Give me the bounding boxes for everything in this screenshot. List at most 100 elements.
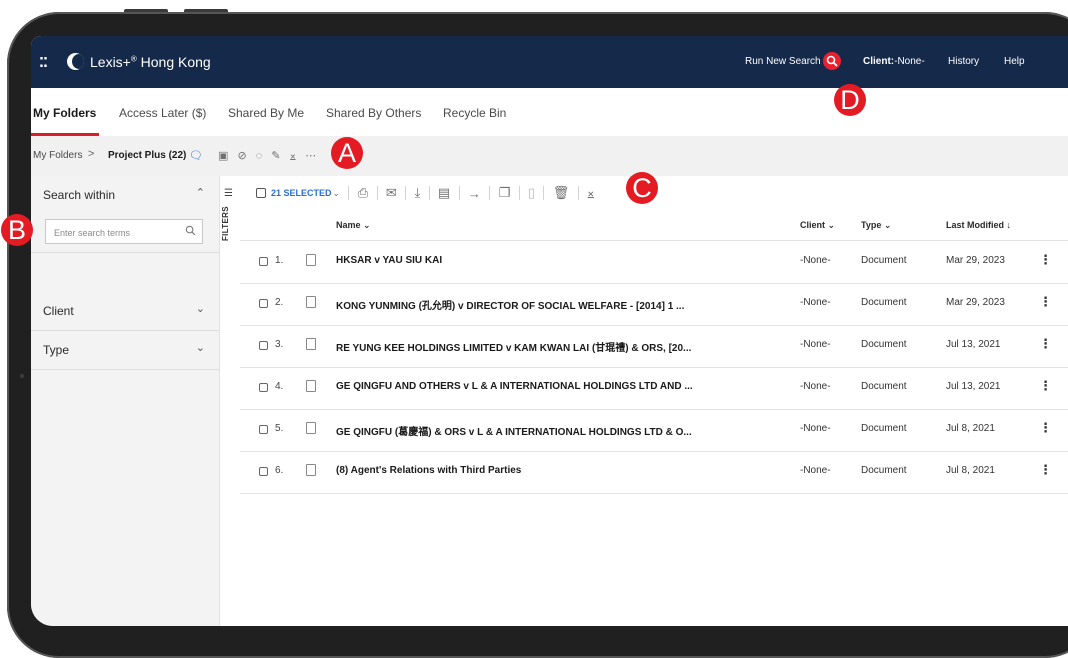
chevron-down-icon[interactable]: ⌄: [333, 188, 341, 199]
row-type: Document: [861, 381, 907, 392]
new-folder-icon[interactable]: ▣: [218, 149, 228, 162]
chevron-up-icon[interactable]: ⌃: [196, 186, 205, 199]
trash-icon[interactable]: 🗑︎: [553, 185, 570, 201]
row-type: Document: [861, 297, 907, 308]
row-more-icon[interactable]: ⋮: [1039, 378, 1052, 394]
document-icon[interactable]: ▯: [528, 185, 535, 201]
column-last-modified-header[interactable]: Last Modified ↓: [946, 220, 1011, 230]
column-type-header[interactable]: Type ⌄: [861, 220, 891, 231]
row-more-icon[interactable]: ⋮: [1039, 252, 1052, 268]
tab-shared-by-others[interactable]: Shared By Others: [326, 106, 421, 120]
document-icon: [306, 380, 316, 392]
row-type: Document: [861, 339, 907, 350]
attach-icon[interactable]: ⊘: [238, 149, 247, 162]
results-table-header: Name ⌄ Client ⌄ Type ⌄ Last Modified ↓: [240, 210, 1068, 241]
search-icon[interactable]: [185, 225, 196, 236]
type-filter-label: Type: [43, 343, 70, 357]
row-client: -None-: [800, 255, 831, 266]
row-type: Document: [861, 255, 907, 266]
row-checkbox[interactable]: [259, 383, 268, 392]
table-row: 4. GE QINGFU AND OTHERS v L & A INTERNAT…: [240, 367, 1068, 410]
callout-a: A: [331, 137, 363, 169]
row-more-icon[interactable]: ⋮: [1039, 294, 1052, 310]
type-filter-section[interactable]: Type ⌄: [31, 331, 219, 370]
client-selector[interactable]: Client:-None-: [863, 56, 925, 67]
help-link[interactable]: Help: [1004, 56, 1025, 67]
filters-toggle[interactable]: ☰ FILTERS: [221, 186, 237, 256]
row-client: -None-: [800, 423, 831, 434]
client-filter-section[interactable]: Client ⌄: [31, 292, 219, 331]
device-sensor: [20, 374, 24, 378]
table-row: 2. KONG YUNMING (孔允明) v DIRECTOR OF SOCI…: [240, 283, 1068, 326]
share-icon[interactable]: ⨱: [290, 150, 296, 163]
row-checkbox[interactable]: [259, 257, 268, 266]
toolbar-divider: [376, 186, 378, 200]
copy-icon[interactable]: ❐: [499, 185, 511, 201]
results-list: 21 SELECTED⌄ ⎙ ✉ ⤓ ▤ → ❐ ▯ 🗑︎ ⨱ Name ⌄ C…: [240, 176, 1068, 626]
document-title-link[interactable]: GE QINGFU AND OTHERS v L & A INTERNATION…: [336, 381, 693, 392]
move-icon[interactable]: →: [468, 186, 481, 201]
row-last-modified: Jul 13, 2021: [946, 381, 1001, 392]
row-number: 2.: [275, 297, 284, 308]
row-more-icon[interactable]: ⋮: [1039, 462, 1052, 478]
history-link[interactable]: History: [948, 56, 979, 67]
callout-c: C: [626, 172, 658, 204]
tab-recycle-bin[interactable]: Recycle Bin: [443, 106, 506, 120]
chevron-down-icon[interactable]: ⌄: [196, 341, 205, 354]
document-title-link[interactable]: GE QINGFU (葛慶福) & ORS v L & A INTERNATIO…: [336, 423, 692, 438]
save-to-folder-icon[interactable]: ▤: [438, 185, 450, 201]
callout-d: D: [834, 84, 866, 116]
tab-access-later[interactable]: Access Later ($): [119, 106, 206, 120]
apps-menu-icon[interactable]: ⁚⁚: [39, 55, 48, 71]
tab-shared-by-me[interactable]: Shared By Me: [228, 106, 304, 120]
lexis-logo-icon: [67, 53, 84, 70]
select-all-checkbox[interactable]: [256, 188, 266, 198]
chevron-down-icon[interactable]: ⌄: [196, 302, 205, 315]
column-name-header[interactable]: Name ⌄: [336, 220, 371, 231]
search-icon[interactable]: [823, 52, 841, 70]
row-checkbox[interactable]: [259, 341, 268, 350]
top-header: ⁚⁚ Lexis+® Hong Kong Run New Search Clie…: [31, 36, 1068, 88]
edit-icon[interactable]: ✎: [271, 149, 280, 162]
row-client: -None-: [800, 339, 831, 350]
row-last-modified: Jul 8, 2021: [946, 465, 995, 476]
search-within-title[interactable]: Search within: [43, 188, 115, 202]
tab-my-folders[interactable]: My Folders: [33, 106, 96, 120]
row-more-icon[interactable]: ⋮: [1039, 336, 1052, 352]
run-new-search-link[interactable]: Run New Search: [745, 56, 821, 67]
search-within-section: Search within ⌃: [31, 176, 219, 253]
folder-tabs: My Folders Access Later ($) Shared By Me…: [31, 88, 1068, 136]
table-row: 5. GE QINGFU (葛慶福) & ORS v L & A INTERNA…: [240, 409, 1068, 452]
column-client-header[interactable]: Client ⌄: [800, 220, 835, 231]
share-icon[interactable]: ⨱: [587, 185, 595, 201]
results-toolbar: 21 SELECTED⌄ ⎙ ✉ ⤓ ▤ → ❐ ▯ 🗑︎ ⨱: [256, 185, 600, 205]
row-checkbox[interactable]: [259, 467, 268, 476]
print-icon[interactable]: ⎙: [358, 185, 368, 201]
selected-count-dropdown[interactable]: 21 SELECTED: [271, 188, 332, 198]
row-number: 4.: [275, 381, 284, 392]
search-within-input[interactable]: [52, 221, 186, 244]
row-number: 1.: [275, 255, 284, 266]
document-title-link[interactable]: RE YUNG KEE HOLDINGS LIMITED v KAM KWAN …: [336, 339, 691, 354]
row-checkbox[interactable]: [259, 299, 268, 308]
document-title-link[interactable]: (8) Agent's Relations with Third Parties: [336, 465, 521, 476]
document-title-link[interactable]: KONG YUNMING (孔允明) v DIRECTOR OF SOCIAL …: [336, 297, 684, 312]
download-icon[interactable]: ⤓: [414, 185, 420, 201]
email-icon[interactable]: ✉: [386, 185, 397, 201]
folder-actions: 🗨︎ ▣ ⊘ ◌ ✎ ⨱ ⋯: [189, 149, 322, 163]
more-icon[interactable]: ⋯: [305, 149, 316, 162]
note-icon[interactable]: ◌: [256, 150, 263, 162]
row-checkbox[interactable]: [259, 425, 268, 434]
brand-title[interactable]: Lexis+® Hong Kong: [90, 54, 211, 70]
breadcrumb-root-link[interactable]: My Folders: [33, 150, 82, 161]
document-icon: [306, 338, 316, 350]
row-type: Document: [861, 465, 907, 476]
row-last-modified: Mar 29, 2023: [946, 255, 1005, 266]
filters-tab-label: FILTERS: [221, 206, 230, 241]
document-title-link[interactable]: HKSAR v YAU SIU KAI: [336, 255, 442, 266]
row-client: -None-: [800, 381, 831, 392]
search-within-box: [45, 219, 203, 244]
row-more-icon[interactable]: ⋮: [1039, 420, 1052, 436]
table-row: 6. (8) Agent's Relations with Third Part…: [240, 451, 1068, 494]
comment-icon[interactable]: 🗨︎: [189, 149, 203, 162]
